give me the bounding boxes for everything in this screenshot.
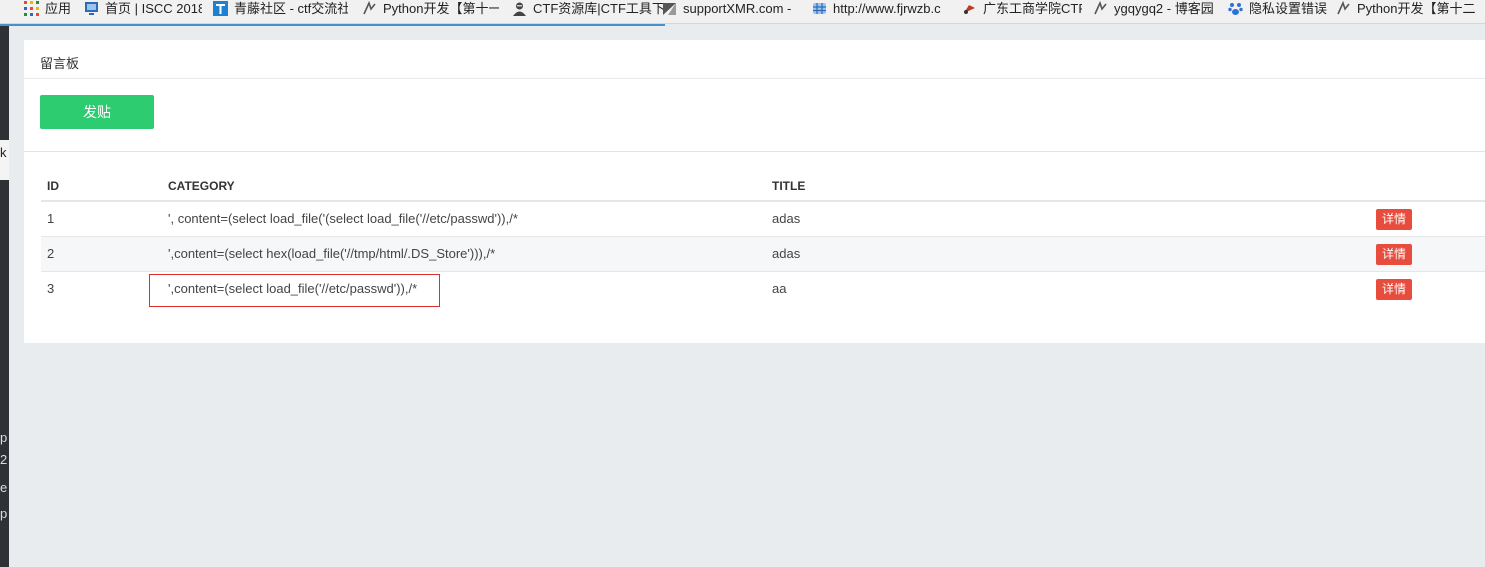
- background-letter: k: [0, 145, 7, 160]
- background-letter: p: [0, 506, 8, 521]
- bookmark-label: 应用: [45, 1, 72, 16]
- panel-header: 留言板: [24, 40, 1485, 79]
- background-letter: p: [0, 430, 8, 445]
- bookmark-label: CTF资源库|CTF工具下: [533, 1, 664, 16]
- bookmark-label: http://www.fjrwzb.c: [833, 1, 941, 16]
- column-header-category: CATEGORY: [168, 179, 235, 193]
- column-header-title: TITLE: [772, 179, 806, 193]
- bookmark-gdctf[interactable]: 广东工商学院CTF: [962, 0, 1082, 20]
- new-post-button[interactable]: 发贴: [40, 95, 154, 129]
- baidu-paw-icon: [1228, 1, 1243, 16]
- blog-icon: [362, 0, 377, 16]
- bookmark-apps[interactable]: 应用: [24, 0, 71, 20]
- bookmark-label: 广东工商学院CTF: [983, 1, 1082, 16]
- bookmark-python-11[interactable]: Python开发【第十一: [362, 0, 499, 20]
- ctf-icon: [962, 1, 977, 16]
- bookmark-label: ygqygq2 - 博客园: [1114, 1, 1214, 16]
- bookmark-qingteng[interactable]: 青藤社区 - ctf交流社: [213, 0, 348, 20]
- row-title: adas: [772, 211, 801, 226]
- row-title: adas: [772, 246, 801, 261]
- table-header-row: ID CATEGORY TITLE: [41, 168, 1485, 202]
- bookmark-fjrwzb[interactable]: http://www.fjrwzb.c: [812, 0, 948, 20]
- background-letter: 2: [0, 452, 8, 467]
- monitor-icon: [84, 1, 99, 16]
- page-title: 留言板: [40, 56, 80, 71]
- background-window-strip: k p 2 e p: [0, 26, 9, 567]
- column-header-id: ID: [47, 179, 59, 193]
- hacker-icon: [512, 1, 527, 16]
- row-id: 1: [47, 211, 55, 226]
- bookmark-label: Python开发【第十一: [383, 1, 499, 16]
- background-letter: e: [0, 480, 8, 495]
- xmr-icon: [662, 1, 677, 16]
- blog-icon: [1336, 0, 1351, 16]
- row-id: 3: [47, 281, 55, 296]
- active-tab-underline: [0, 24, 665, 26]
- annotation-highlight-box: [149, 274, 440, 307]
- bookmark-supportxmr[interactable]: supportXMR.com -: [662, 0, 796, 20]
- blog-icon: [1093, 0, 1108, 16]
- t-logo-icon: [213, 1, 228, 16]
- row-id: 2: [47, 246, 55, 261]
- bookmark-python-12[interactable]: Python开发【第十二: [1336, 0, 1485, 20]
- bookmark-ctf-resources[interactable]: CTF资源库|CTF工具下: [512, 0, 664, 20]
- detail-button[interactable]: 详情: [1376, 209, 1412, 230]
- apps-grid-icon: [24, 1, 39, 16]
- bookmark-privacy-error[interactable]: 隐私设置错误: [1228, 0, 1328, 20]
- detail-button[interactable]: 详情: [1376, 279, 1412, 300]
- bookmark-label: supportXMR.com -: [683, 1, 792, 16]
- bookmark-label: 青藤社区 - ctf交流社: [234, 1, 348, 16]
- table-row: 2 ',content=(select hex(load_file('//tmp…: [41, 237, 1485, 272]
- row-title: aa: [772, 281, 787, 296]
- bookmark-label: 首页 | ISCC 2018: [105, 1, 202, 16]
- bookmark-iscc[interactable]: 首页 | ISCC 2018: [84, 0, 202, 20]
- row-category: ', content=(select load_file('(select lo…: [168, 211, 518, 226]
- bookmark-label: Python开发【第十二: [1357, 1, 1476, 16]
- bookmark-label: 隐私设置错误: [1249, 1, 1328, 16]
- bookmarks-bar: 应用 首页 | ISCC 2018 青藤社区 - ctf交流社 Python开发…: [0, 0, 1485, 24]
- row-category: ',content=(select hex(load_file('//tmp/h…: [168, 246, 496, 261]
- detail-button[interactable]: 详情: [1376, 244, 1412, 265]
- divider: [24, 151, 1485, 152]
- globe-grid-icon: [812, 1, 827, 16]
- table-row: 1 ', content=(select load_file('(select …: [41, 202, 1485, 237]
- bookmark-ygqygq2[interactable]: ygqygq2 - 博客园: [1093, 0, 1217, 20]
